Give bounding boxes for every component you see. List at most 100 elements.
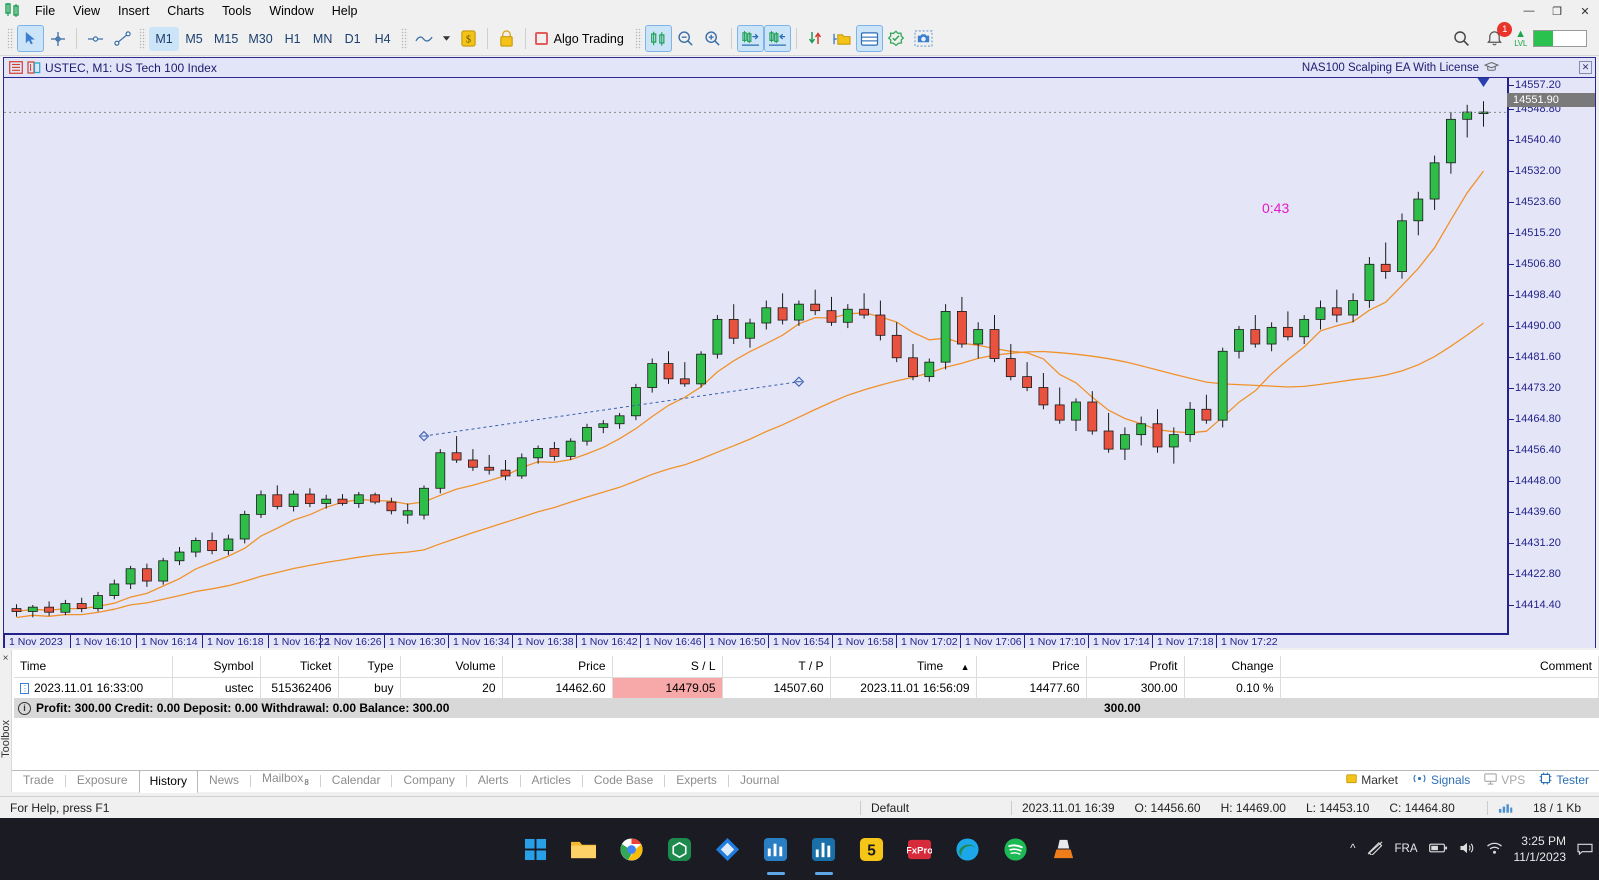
expand-row-icon[interactable]: ⋮ (20, 682, 29, 694)
tab-articles[interactable]: Articles (521, 769, 582, 792)
service-tester[interactable]: Tester (1539, 772, 1589, 788)
maximize-button[interactable]: ❐ (1543, 0, 1571, 22)
col-volume[interactable]: Volume (400, 656, 503, 678)
tab-mailbox[interactable]: Mailbox8 (251, 767, 320, 792)
menu-help[interactable]: Help (323, 1, 367, 21)
menu-view[interactable]: View (64, 1, 109, 21)
file-explorer-icon[interactable] (567, 832, 601, 866)
notifications-bell-icon[interactable]: 1 (1481, 22, 1513, 52)
show-hidden-icons-icon[interactable]: ^ (1350, 843, 1355, 855)
vlc-icon[interactable] (1047, 832, 1081, 866)
arrow-cursor-icon[interactable] (17, 25, 44, 52)
trendline-icon[interactable] (109, 25, 136, 52)
line-chart-icon[interactable] (411, 25, 438, 52)
history-table[interactable]: Time Symbol Ticket Type Volume Price S /… (14, 656, 1599, 699)
col-change[interactable]: Change (1184, 656, 1281, 678)
menu-insert[interactable]: Insert (109, 1, 158, 21)
strategy-tester-icon[interactable] (883, 25, 910, 52)
chart-plot-area[interactable]: 0:43 14557.20 14548.80 14540.40 14532.00… (4, 78, 1595, 648)
spotify-icon[interactable] (999, 832, 1033, 866)
col-symbol[interactable]: Symbol (172, 656, 261, 678)
timeframe-mn[interactable]: MN (308, 27, 338, 51)
menu-charts[interactable]: Charts (158, 1, 213, 21)
dollar-indicator-icon[interactable]: $ (455, 25, 482, 52)
folder-template-icon[interactable] (829, 25, 856, 52)
tab-calendar[interactable]: Calendar (321, 769, 392, 792)
metatrader4-icon[interactable] (759, 832, 793, 866)
start-windows-icon[interactable] (519, 832, 553, 866)
data-window-icon[interactable] (855, 25, 883, 52)
fxpro-icon[interactable]: FxPro (903, 832, 937, 866)
col-comment[interactable]: Comment (1280, 656, 1599, 678)
new-chart-icon[interactable] (27, 61, 42, 75)
app-blue-diamond-icon[interactable] (711, 832, 745, 866)
browser-icon[interactable] (615, 832, 649, 866)
auto-scroll-icon[interactable] (802, 25, 829, 52)
time-scale[interactable]: 1 Nov 2023 1 Nov 16:10 1 Nov 16:14 1 Nov… (4, 633, 1509, 648)
timeframe-m15[interactable]: M15 (209, 27, 243, 51)
chart-list-icon[interactable] (9, 61, 24, 75)
service-signals[interactable]: Signals (1412, 773, 1470, 787)
metatrader5-icon[interactable] (807, 832, 841, 866)
language-indicator[interactable]: FRA (1395, 843, 1418, 855)
timeframe-m1[interactable]: M1 (149, 26, 179, 51)
zoom-out-icon[interactable] (672, 25, 699, 52)
crosshair-icon[interactable] (44, 25, 71, 52)
lvl-icon[interactable]: ▲ LVL (1514, 29, 1527, 48)
timeframe-h1[interactable]: H1 (278, 27, 308, 51)
notification-center-icon[interactable] (1577, 841, 1593, 858)
col-ticket[interactable]: Ticket (260, 656, 339, 678)
timeframe-m30[interactable]: M30 (243, 27, 277, 51)
status-profile[interactable]: Default (861, 797, 1011, 819)
tab-company[interactable]: Company (392, 769, 465, 792)
col-price-open[interactable]: Price (502, 656, 613, 678)
briefcase-icon[interactable] (493, 25, 520, 52)
tab-code-base[interactable]: Code Base (583, 769, 664, 792)
service-vps[interactable]: VPS (1484, 772, 1525, 788)
app-green-hex-icon[interactable] (663, 832, 697, 866)
camera-screenshot-icon[interactable] (910, 25, 937, 52)
pen-icon[interactable] (1367, 841, 1384, 858)
network-icon[interactable] (1486, 841, 1503, 858)
timeframe-h4[interactable]: H4 (368, 27, 398, 51)
graduation-cap-icon[interactable] (1483, 61, 1500, 76)
connection-meter-icon[interactable] (1533, 30, 1587, 47)
col-type[interactable]: Type (338, 656, 401, 678)
view-toolbar-grip[interactable] (634, 27, 642, 50)
tab-trade[interactable]: Trade (12, 769, 65, 792)
chevron-down-icon[interactable] (438, 25, 455, 52)
table-row[interactable]: ⋮ 2023.11.01 16:33:00 ustec 515362406 buy… (14, 677, 1599, 699)
battery-icon[interactable] (1428, 842, 1448, 857)
toolbox-close-icon[interactable]: × (0, 650, 11, 664)
tab-news[interactable]: News (198, 769, 250, 792)
tab-experts[interactable]: Experts (665, 769, 728, 792)
close-button[interactable]: ✕ (1571, 0, 1599, 22)
col-sl[interactable]: S / L (612, 656, 723, 678)
timeframe-d1[interactable]: D1 (338, 27, 368, 51)
indicator-toolbar-grip[interactable] (400, 27, 408, 50)
tab-journal[interactable]: Journal (729, 769, 790, 792)
chart-shift-left-icon[interactable] (763, 25, 791, 52)
exness-icon[interactable]: 5 (855, 832, 889, 866)
col-price-close[interactable]: Price (976, 656, 1087, 678)
horizontal-line-icon[interactable] (82, 25, 109, 52)
col-tp[interactable]: T / P (722, 656, 831, 678)
chart-shift-right-icon[interactable] (736, 25, 764, 52)
col-time-close[interactable]: Time ▲ (830, 656, 977, 678)
price-scale[interactable]: 14557.20 14548.80 14540.40 14532.00 1452… (1507, 78, 1595, 648)
timeframe-toolbar-grip[interactable] (139, 27, 146, 50)
menu-tools[interactable]: Tools (213, 1, 260, 21)
menu-file[interactable]: File (26, 1, 64, 21)
toolbar-grip[interactable] (7, 27, 14, 50)
volume-icon[interactable] (1459, 841, 1475, 858)
algo-trading-button[interactable]: Algo Trading (531, 25, 632, 52)
candlestick-icon[interactable] (644, 25, 672, 52)
chart-close-icon[interactable]: ✕ (1579, 61, 1592, 74)
timeframe-m5[interactable]: M5 (179, 27, 209, 51)
search-icon[interactable] (1448, 25, 1475, 52)
col-profit[interactable]: Profit (1086, 656, 1185, 678)
tab-alerts[interactable]: Alerts (467, 769, 520, 792)
zoom-in-icon[interactable] (699, 25, 726, 52)
edge-icon[interactable] (951, 832, 985, 866)
tab-history[interactable]: History (138, 770, 198, 793)
